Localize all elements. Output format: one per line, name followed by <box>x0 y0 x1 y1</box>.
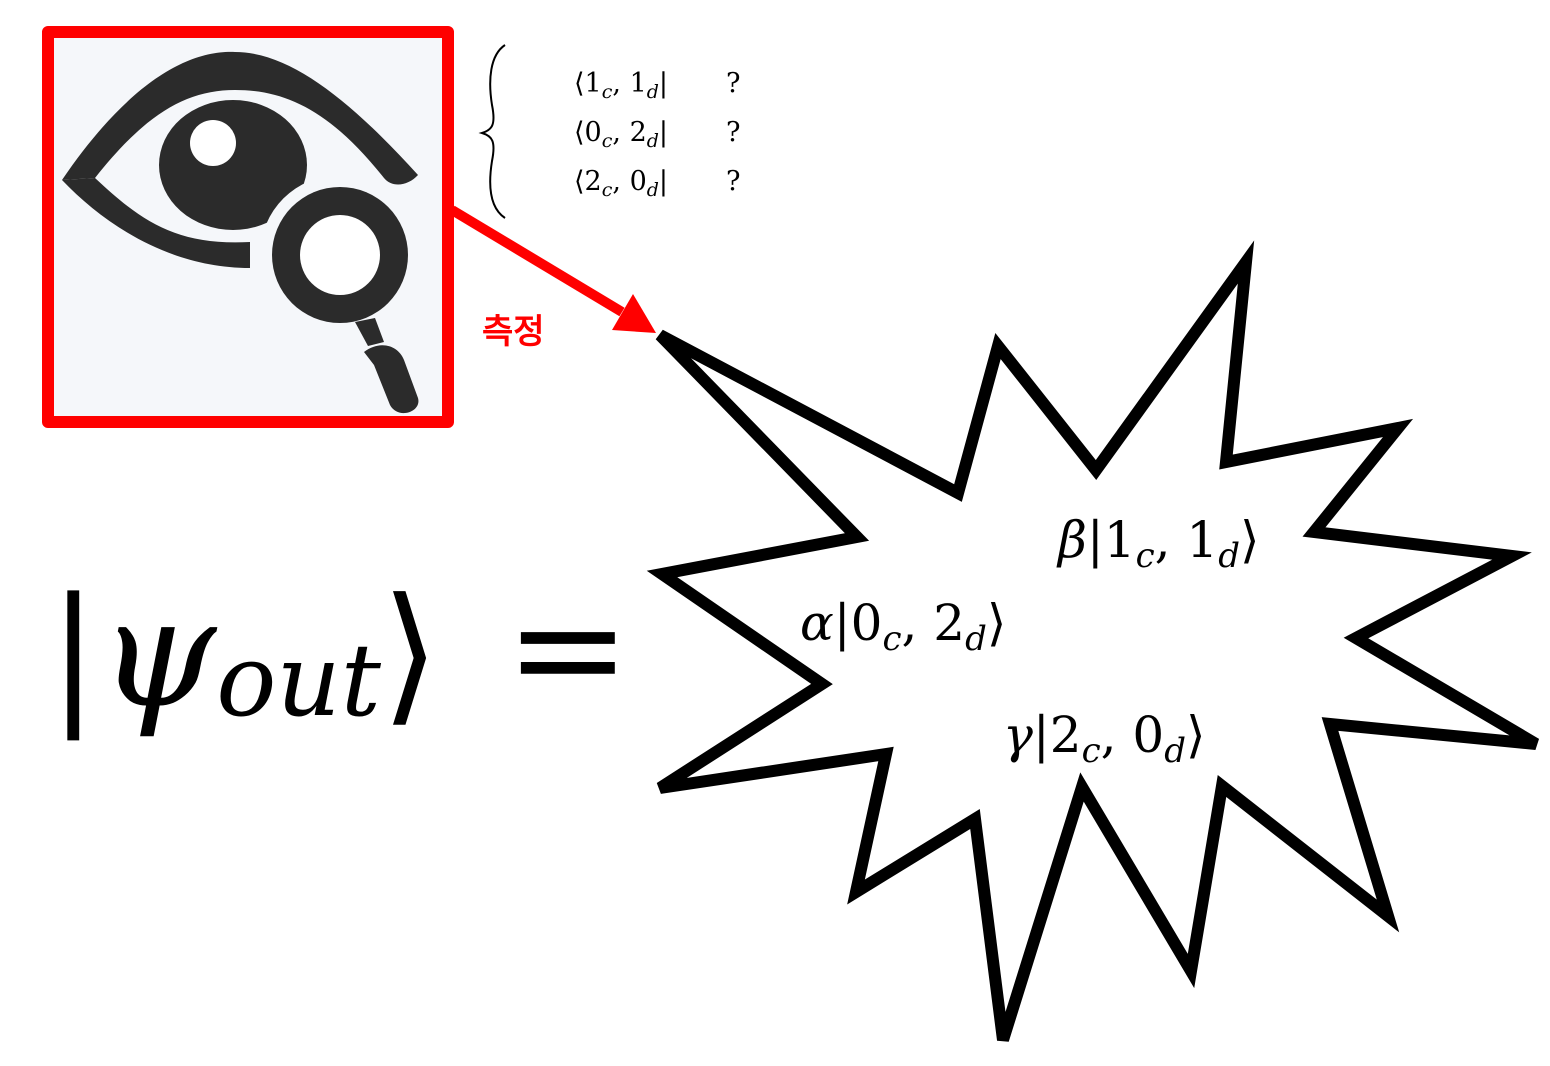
term-coef: β <box>1056 511 1087 569</box>
bra-value: ? <box>726 117 740 148</box>
bra-open: ⟨ <box>574 166 585 197</box>
term-open: | <box>834 594 851 652</box>
psi-close: ⟩ <box>381 567 440 741</box>
term-b-sub: d <box>965 619 987 659</box>
term-close: ⟩ <box>1186 706 1206 764</box>
bra-open: ⟨ <box>574 68 585 99</box>
term-close: ⟩ <box>987 594 1007 652</box>
bra-a: 0 <box>585 117 602 148</box>
psi-out-equation: |ψout⟩ = <box>48 562 631 741</box>
bra-value: ? <box>726 166 740 197</box>
bra-a-sub: c <box>602 130 613 152</box>
term-b-sub: d <box>1164 731 1186 771</box>
curly-brace <box>478 44 506 219</box>
term-coef: γ <box>1003 706 1033 764</box>
measurement-box <box>42 26 454 428</box>
bra-open: ⟨ <box>574 117 585 148</box>
psi-out-ket: |ψout⟩ <box>48 567 440 741</box>
bra-a-sub: c <box>602 179 613 201</box>
term-open: | <box>1033 706 1050 764</box>
arrow-shaft <box>449 205 625 317</box>
term-a-sub: c <box>1136 536 1155 576</box>
term-b: 0 <box>1132 706 1164 764</box>
term-close: ⟩ <box>1240 511 1260 569</box>
term-a: 2 <box>1050 706 1082 764</box>
equals-sign: = <box>505 562 631 736</box>
bra-sep: , <box>612 117 629 148</box>
term-open: | <box>1087 511 1104 569</box>
term-sep: , <box>1155 511 1187 569</box>
term-a-sub: c <box>882 619 901 659</box>
term-sep: , <box>1101 706 1133 764</box>
psi-subscript: out <box>216 622 382 739</box>
bra-a-sub: c <box>602 81 613 103</box>
bra-b-sub: d <box>647 130 659 152</box>
bra-b: 0 <box>630 166 647 197</box>
superposition-burst <box>646 240 1540 1042</box>
bra-row: ⟨2c, 0d| <box>574 166 668 201</box>
bra-sep: , <box>612 166 629 197</box>
bra-a: 1 <box>585 68 602 99</box>
term-coef: α <box>800 594 834 652</box>
psi-symbol: ψ <box>99 567 218 741</box>
bra-close: | <box>659 68 668 99</box>
term-a: 0 <box>851 594 883 652</box>
term-b-sub: d <box>1218 536 1240 576</box>
bra-b: 1 <box>630 68 647 99</box>
bra-b-sub: d <box>647 179 659 201</box>
term-b: 1 <box>1186 511 1218 569</box>
bra-list: ⟨1c, 1d| ? ⟨0c, 2d| ? ⟨2c, 0d| ? <box>574 68 740 201</box>
bra-b-sub: d <box>647 81 659 103</box>
term-a-sub: c <box>1082 731 1101 771</box>
psi-open: | <box>48 567 99 741</box>
term-sep: , <box>901 594 933 652</box>
measurement-diagram: 측정 ⟨1c, 1d| ? ⟨0c, 2d| ? ⟨2c, 0d| ? |ψou… <box>42 26 1540 1042</box>
measure-label: 측정 <box>482 312 545 352</box>
bra-sep: , <box>612 68 629 99</box>
bra-close: | <box>659 166 668 197</box>
bra-value: ? <box>726 68 740 99</box>
bra-a: 2 <box>585 166 602 197</box>
bra-b: 2 <box>630 117 647 148</box>
bra-close: | <box>659 117 668 148</box>
bra-row: ⟨1c, 1d| <box>574 68 668 103</box>
term-a: 1 <box>1104 511 1136 569</box>
term-b: 2 <box>933 594 965 652</box>
bra-row: ⟨0c, 2d| <box>574 117 668 152</box>
